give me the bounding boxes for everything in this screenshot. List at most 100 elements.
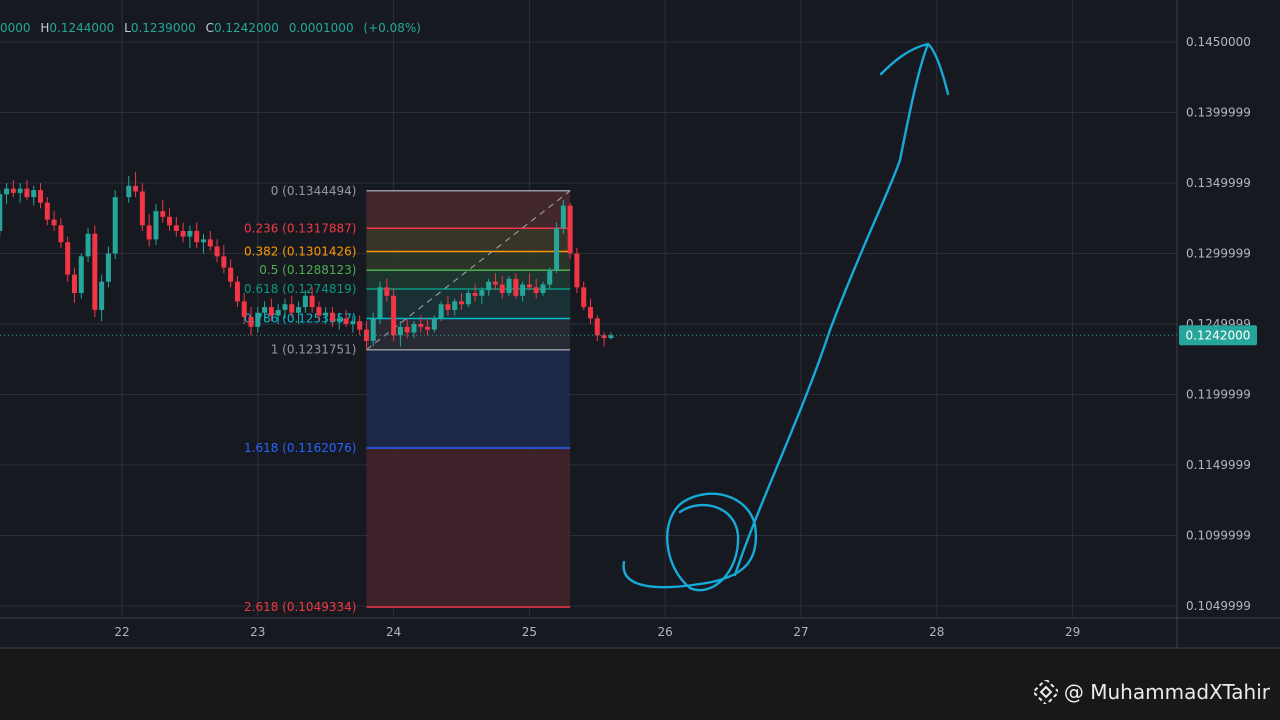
price-axis-label: 0.1450000 — [1186, 35, 1251, 49]
candle-body — [167, 216, 173, 226]
candle-body — [44, 202, 50, 220]
candle-body — [221, 256, 227, 268]
fib-zone — [366, 318, 571, 350]
candle-body — [173, 225, 179, 231]
ohlc-open: 0000 — [0, 21, 31, 35]
price-axis-label: 0.1299999 — [1186, 247, 1251, 261]
ohlc-change: 0.0001000 — [288, 21, 354, 35]
candle-body — [180, 230, 186, 237]
candle-body — [594, 318, 600, 336]
candle-body — [112, 197, 118, 254]
candle-body — [459, 301, 464, 305]
candle-body — [207, 239, 213, 247]
candle-body — [377, 287, 383, 319]
candle — [112, 190, 118, 260]
candle-body — [486, 281, 492, 291]
candle-body — [133, 185, 139, 192]
candle-body — [506, 278, 512, 293]
candle-body — [228, 267, 234, 282]
candle-body — [255, 312, 261, 327]
fib-level-label: 1 (0.1231751) — [271, 343, 357, 357]
candle-body — [4, 188, 10, 195]
candle-body — [554, 228, 560, 271]
ohlc-low: 0.1239000 — [130, 21, 196, 35]
current-price-label: 0.1242000 — [1186, 328, 1251, 342]
candle-body — [391, 295, 397, 336]
candle-body — [139, 191, 145, 226]
candle-body — [296, 307, 302, 313]
candle-body — [588, 307, 594, 319]
candle-body — [31, 190, 37, 198]
time-axis-label: 25 — [522, 625, 537, 639]
candle-body — [411, 324, 417, 333]
price-axis-label: 0.1399999 — [1186, 106, 1251, 120]
watermark: @ MuhammadXTahir — [1033, 680, 1270, 704]
chart-background — [0, 0, 1280, 720]
price-axis-label: 0.1149999 — [1186, 458, 1251, 472]
candle-body — [465, 292, 471, 305]
candle-body — [99, 281, 105, 310]
fib-zone — [366, 447, 571, 607]
candle-body — [540, 284, 546, 293]
candle-body — [472, 292, 478, 296]
candle-body — [289, 304, 295, 313]
fib-zone — [366, 190, 571, 229]
candle-body — [187, 230, 193, 237]
candle-body — [105, 253, 111, 282]
time-axis-label: 24 — [386, 625, 401, 639]
candle-body — [520, 284, 526, 296]
candle — [554, 222, 560, 274]
price-axis-label: 0.1349999 — [1186, 176, 1251, 190]
fib-level-label: 2.618 (0.1049334) — [244, 600, 356, 614]
candle-body — [574, 253, 580, 288]
candle-body — [0, 194, 3, 231]
candle-body — [78, 256, 84, 293]
candle-body — [445, 304, 451, 310]
binance-logo-icon — [1033, 680, 1058, 704]
candle-body — [350, 321, 356, 324]
candle — [391, 288, 397, 341]
candle-body — [234, 281, 240, 302]
candle-body — [17, 188, 23, 193]
candle-body — [384, 287, 390, 296]
ohlc-legend: 0000 H0.1244000 L0.1239000 C0.1242000 0.… — [0, 21, 427, 35]
candle-body — [146, 225, 152, 240]
candle-body — [581, 287, 587, 308]
candle — [567, 202, 573, 260]
candle-body — [153, 211, 159, 240]
candle-body — [370, 318, 376, 341]
candle-body — [425, 326, 431, 330]
candle-body — [275, 309, 281, 316]
candle-body — [560, 205, 566, 229]
chart-canvas[interactable]: 0 (0.1344494) 0.236 (0.1317887) 0.382 (0.1… — [0, 0, 1280, 720]
candle-body — [38, 190, 44, 203]
candle-body — [526, 284, 532, 288]
candle-body — [10, 188, 16, 193]
fib-zone — [366, 349, 571, 448]
chart-window[interactable]: 0 (0.1344494) 0.236 (0.1317887) 0.382 (0.1… — [0, 0, 1280, 720]
candle-body — [282, 304, 288, 310]
candle-body — [160, 211, 166, 217]
price-axis-label: 0.1199999 — [1186, 388, 1251, 402]
candle-body — [499, 284, 505, 293]
fib-level-label: 0 (0.1344494) — [271, 184, 357, 198]
candle — [506, 276, 512, 296]
fib-level-label: 0.382 (0.1301426) — [244, 244, 356, 258]
fib-level-label: 1.618 (0.1162076) — [244, 441, 356, 455]
fib-zone — [366, 270, 571, 290]
candle-body — [431, 318, 437, 330]
fib-zone — [366, 251, 571, 271]
candle-body — [65, 242, 71, 275]
candle-body — [71, 274, 77, 293]
candle-body — [200, 239, 206, 243]
candle-body — [329, 312, 335, 322]
ohlc-close: 0.1242000 — [213, 21, 279, 35]
ohlc-high: 0.1244000 — [49, 21, 115, 35]
candle — [377, 281, 383, 324]
candle — [438, 301, 444, 322]
candle — [92, 225, 98, 317]
candle-body — [24, 188, 30, 198]
candle-body — [58, 225, 64, 243]
candle-body — [547, 270, 553, 285]
fib-level-label: 0.236 (0.1317887) — [244, 221, 356, 235]
